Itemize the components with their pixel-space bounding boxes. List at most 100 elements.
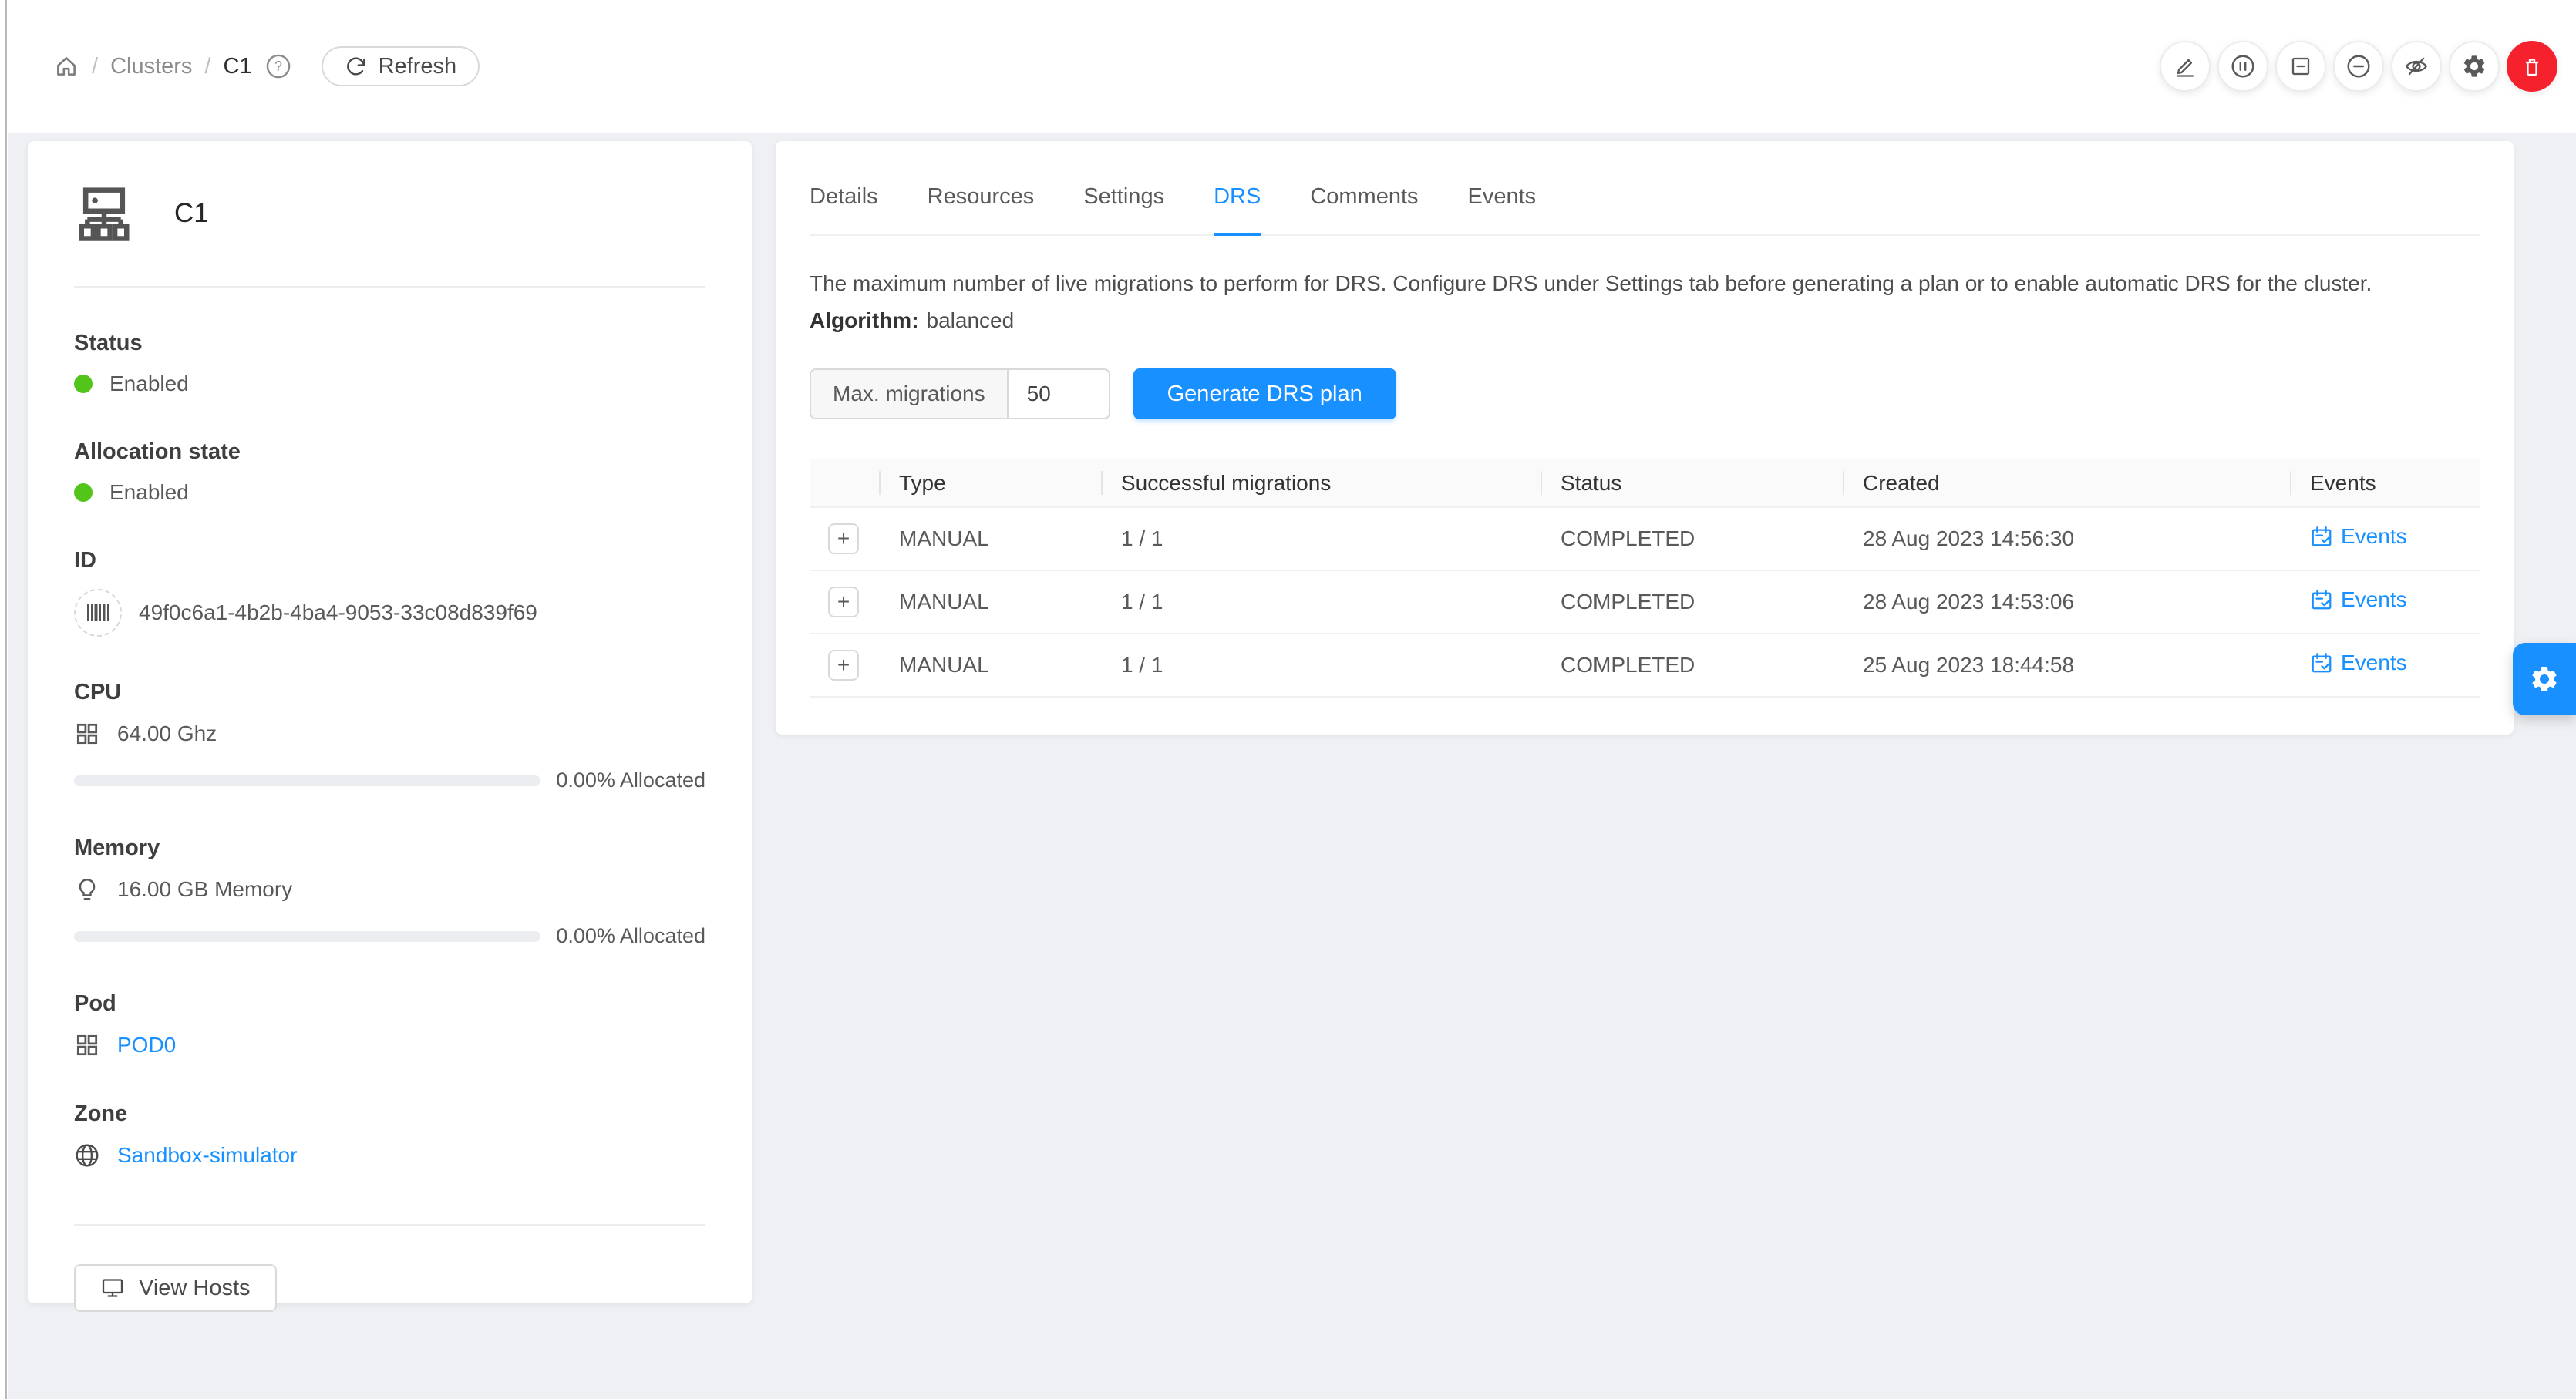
column-successful-migrations: Successful migrations — [1103, 459, 1542, 507]
tab-drs[interactable]: DRS — [1214, 184, 1261, 236]
id-value-row: 49f0c6a1-4b2b-4ba4-9053-33c08d839f69 — [74, 589, 705, 637]
max-migrations-group: Max. migrations — [810, 368, 1110, 419]
view-hosts-button[interactable]: View Hosts — [74, 1264, 277, 1312]
row-events-link[interactable]: Events — [2310, 587, 2407, 612]
divider — [74, 286, 705, 288]
expand-column-header — [810, 459, 881, 507]
copy-id-button[interactable] — [74, 589, 122, 637]
cpu-progress-bar — [74, 775, 540, 786]
cell-status: COMPLETED — [1542, 507, 1844, 570]
max-migrations-label: Max. migrations — [811, 370, 1009, 418]
drs-controls: Max. migrations Generate DRS plan — [810, 368, 2480, 419]
table-header-row: Type Successful migrations Status Create… — [810, 459, 2480, 507]
header-actions — [2160, 41, 2557, 92]
plus-icon: + — [837, 591, 850, 613]
minus-square-icon — [2288, 54, 2313, 79]
project-settings-fab[interactable] — [2513, 643, 2576, 715]
bulb-icon — [74, 876, 100, 903]
drs-algorithm-row: Algorithm:balanced — [810, 308, 2480, 333]
tab-resources[interactable]: Resources — [928, 184, 1035, 234]
cell-migrations: 1 / 1 — [1103, 507, 1542, 570]
settings-button[interactable] — [2449, 41, 2500, 92]
content-area: C1 Status Enabled Allocation state Enabl… — [8, 133, 2576, 1399]
row-events-link[interactable]: Events — [2310, 524, 2407, 549]
max-migrations-input[interactable] — [1009, 370, 1109, 418]
cpu-progress-row: 0.00% Allocated — [74, 768, 705, 792]
view-hosts-label: View Hosts — [139, 1276, 251, 1301]
allocation-dot-icon — [74, 483, 93, 502]
allocation-state-label: Allocation state — [74, 439, 705, 465]
tab-events[interactable]: Events — [1468, 184, 1537, 234]
column-events: Events — [2291, 459, 2480, 507]
cluster-info-card: C1 Status Enabled Allocation state Enabl… — [28, 141, 752, 1303]
memory-progress-bar — [74, 931, 540, 942]
zone-label: Zone — [74, 1101, 705, 1127]
disable-button[interactable] — [2333, 41, 2384, 92]
events-link-label: Events — [2341, 524, 2407, 549]
expand-row-button[interactable]: + — [828, 523, 859, 554]
cpu-label: CPU — [74, 680, 705, 705]
cell-type: MANUAL — [881, 570, 1103, 634]
pause-button[interactable] — [2217, 41, 2268, 92]
tab-settings[interactable]: Settings — [1083, 184, 1164, 234]
unmanage-button[interactable] — [2275, 41, 2326, 92]
divider — [74, 1224, 705, 1226]
eye-slash-icon — [2403, 53, 2430, 79]
generate-drs-plan-button[interactable]: Generate DRS plan — [1133, 368, 1396, 419]
collapsed-sidebar-edge — [0, 0, 7, 1399]
svg-text:?: ? — [274, 59, 282, 74]
edit-button[interactable] — [2160, 41, 2211, 92]
breadcrumb-separator: / — [92, 54, 98, 79]
memory-label: Memory — [74, 836, 705, 861]
expand-row-button[interactable]: + — [828, 650, 859, 681]
id-value: 49f0c6a1-4b2b-4ba4-9053-33c08d839f69 — [139, 600, 537, 625]
cluster-icon — [74, 183, 134, 244]
status-label: Status — [74, 331, 705, 356]
delete-button[interactable] — [2507, 41, 2557, 92]
cell-created: 28 Aug 2023 14:56:30 — [1844, 507, 2291, 570]
barcode-icon — [85, 601, 111, 624]
plus-icon: + — [837, 654, 850, 676]
refresh-button[interactable]: Refresh — [322, 46, 480, 86]
calendar-check-icon — [2310, 525, 2333, 548]
cpu-value-row: 64.00 Ghz — [74, 721, 705, 747]
column-type: Type — [881, 459, 1103, 507]
table-row: + MANUAL 1 / 1 COMPLETED 25 Aug 2023 18:… — [810, 634, 2480, 697]
cell-type: MANUAL — [881, 634, 1103, 697]
info-card-header: C1 — [74, 141, 705, 244]
plus-icon: + — [837, 528, 850, 550]
dedicate-button[interactable] — [2391, 41, 2442, 92]
breadcrumb-separator: / — [204, 54, 210, 79]
cell-created: 25 Aug 2023 18:44:58 — [1844, 634, 2291, 697]
memory-allocated-text: 0.00% Allocated — [556, 924, 705, 948]
tab-bar: Details Resources Settings DRS Comments … — [810, 141, 2480, 236]
pod-label: Pod — [74, 991, 705, 1017]
calendar-check-icon — [2310, 651, 2333, 674]
row-events-link[interactable]: Events — [2310, 651, 2407, 675]
refresh-icon — [345, 55, 368, 78]
tab-comments[interactable]: Comments — [1310, 184, 1418, 234]
cell-status: COMPLETED — [1542, 570, 1844, 634]
zone-value-row: Sandbox-simulator — [74, 1142, 705, 1169]
status-dot-icon — [74, 375, 93, 393]
globe-icon — [74, 1142, 100, 1169]
home-icon[interactable] — [53, 53, 79, 79]
cell-status: COMPLETED — [1542, 634, 1844, 697]
cell-created: 28 Aug 2023 14:53:06 — [1844, 570, 2291, 634]
events-link-label: Events — [2341, 587, 2407, 612]
pod-link[interactable]: POD0 — [117, 1033, 176, 1058]
top-header: / Clusters / C1 ? Refresh — [8, 0, 2576, 133]
zone-link[interactable]: Sandbox-simulator — [117, 1143, 297, 1168]
tab-details[interactable]: Details — [810, 184, 878, 234]
breadcrumb-clusters-link[interactable]: Clusters — [110, 54, 192, 79]
memory-value: 16.00 GB Memory — [117, 877, 292, 902]
edit-icon — [2173, 54, 2197, 79]
events-link-label: Events — [2341, 651, 2407, 675]
id-label: ID — [74, 548, 705, 573]
expand-row-button[interactable]: + — [828, 587, 859, 617]
cell-type: MANUAL — [881, 507, 1103, 570]
cluster-title: C1 — [174, 198, 209, 229]
gear-icon — [2461, 53, 2487, 79]
help-circle-icon[interactable]: ? — [264, 52, 292, 80]
table-row: + MANUAL 1 / 1 COMPLETED 28 Aug 2023 14:… — [810, 507, 2480, 570]
